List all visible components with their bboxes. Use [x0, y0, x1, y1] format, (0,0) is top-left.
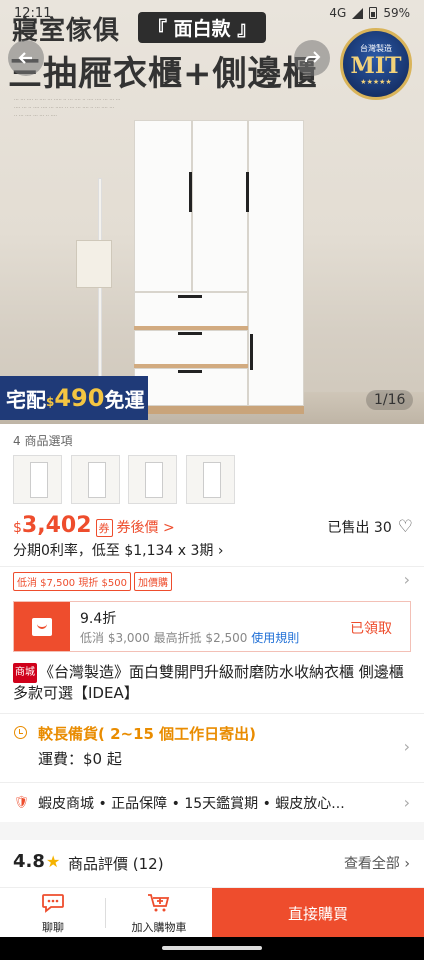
chevron-right-icon: › [403, 793, 410, 812]
buy-now-button[interactable]: 直接購買 [212, 888, 424, 938]
option-thumbnail[interactable] [71, 455, 120, 504]
star-icon: ★ [46, 852, 61, 871]
free-shipping-promo-banner: 宅配 $ 490 免運 [0, 376, 148, 420]
ad-fine-print-decoration: ··· ··· ···· ·· ···· ··· ····· ·· ··· ··… [14, 97, 121, 119]
signal-icon [352, 7, 364, 19]
discount-tag: 低消 $7,500 現折 $500 [13, 572, 131, 591]
heart-icon[interactable]: ♡ [398, 517, 413, 537]
promo-tags-row[interactable]: 低消 $7,500 現折 $500 加價購 › [0, 568, 424, 594]
chat-icon [42, 894, 64, 913]
price-row: $ 3,402 券 券後價 > 已售出 30 ♡ [13, 513, 413, 543]
tote-bag-decoration [76, 240, 112, 288]
shopping-bag-icon [32, 617, 52, 636]
options-count-label: 4 商品選項 [13, 434, 73, 448]
home-gesture-handle[interactable] [162, 946, 262, 950]
product-image-carousel[interactable]: 12:11 4G 59% 寢室傢俱 『 面白款 』 三抽屜衣櫃+側邊櫃 ··· … [0, 0, 424, 424]
after-coupon-price-link[interactable]: 券後價 > [117, 517, 175, 537]
chevron-right-icon: › [403, 570, 410, 589]
installment-info[interactable]: 分期0利率，低至 $1,134 x 3期 › [13, 540, 224, 560]
chat-label: 聊聊 [42, 921, 64, 934]
clock-icon [14, 726, 27, 739]
shipping-info[interactable]: 較長備貨( 2~15 個工作日寄出) 運費：$0 起 › [0, 715, 424, 781]
chevron-right-icon: › [403, 737, 410, 756]
voucher-shop-icon [14, 602, 70, 651]
arrow-left-icon [18, 52, 32, 64]
stars-icon: ★★★★★ [360, 77, 392, 86]
view-all-reviews-link[interactable]: 查看全部 › [344, 853, 410, 873]
image-page-indicator: 1/16 [366, 390, 414, 410]
mit-seal-logo: 台灣製造 MIT ★★★★★ [340, 28, 412, 100]
shipping-lead-time: 較長備貨( 2~15 個工作日寄出) [38, 725, 257, 743]
add-to-cart-button[interactable]: 加入購物車 [106, 888, 212, 938]
guarantee-text: 蝦皮商城 • 正品保障 • 15天鑑賞期 • 蝦皮放心... [38, 796, 345, 812]
rating-section[interactable]: 4.8 ★ 商品評價 (12) 查看全部 › [0, 843, 424, 883]
share-button[interactable] [294, 40, 330, 76]
product-title: 商城 《台灣製造》面白雙開門升級耐磨防水收納衣櫃 側邊櫃 多款可選【IDEA】 [13, 662, 413, 703]
system-navigation-bar [0, 937, 424, 960]
back-button[interactable] [8, 40, 44, 76]
voucher-claimed-status[interactable]: 已領取 [350, 618, 392, 638]
rating-label: 商品評價 (12) [68, 855, 164, 873]
status-bar: 12:11 4G 59% [0, 0, 424, 26]
shop-voucher-card[interactable]: 9.4折 低消 $3,000 最高折抵 $2,500 使用規則 已領取 [13, 601, 411, 652]
mall-badge: 商城 [13, 663, 37, 683]
status-time: 12:11 [14, 5, 52, 21]
add-to-cart-label: 加入購物車 [131, 921, 187, 934]
mall-guarantee-row[interactable]: 🛡 蝦皮商城 • 正品保障 • 15天鑑賞期 • 蝦皮放心... › [0, 785, 424, 821]
coupon-icon: 券 [95, 519, 113, 537]
sold-count: 已售出 30 ♡ [327, 517, 413, 537]
battery-level: 59% [383, 6, 410, 20]
shipping-fee: 運費：$0 起 [38, 750, 122, 768]
add-on-tag: 加價購 [134, 572, 172, 591]
bottom-action-bar: 聊聊 加入購物車 直接購買 [0, 887, 424, 938]
shield-icon: 🛡 [14, 795, 30, 809]
option-thumbnail[interactable] [186, 455, 235, 504]
add-to-cart-icon [148, 894, 170, 912]
network-label: 4G [329, 6, 347, 20]
voucher-rules-link[interactable]: 使用規則 [251, 631, 299, 645]
product-title-text: 《台灣製造》面白雙開門升級耐磨防水收納衣櫃 側邊櫃 多款可選【IDEA】 [13, 663, 404, 702]
option-thumbnail[interactable] [128, 455, 177, 504]
product-options: 4 商品選項 [0, 424, 424, 514]
status-system-icons: 4G 59% [329, 6, 410, 20]
price-amount: 3,402 [21, 513, 92, 538]
price-currency: $ [13, 520, 22, 536]
ad-headline-main: 三抽屜衣櫃+側邊櫃 [8, 54, 318, 94]
wardrobe-product-image [134, 120, 304, 414]
option-thumbnail[interactable] [13, 455, 62, 504]
chat-button[interactable]: 聊聊 [0, 888, 106, 938]
voucher-subtitle: 低消 $3,000 最高折抵 $2,500 使用規則 [80, 631, 300, 645]
rating-score: 4.8 [13, 851, 45, 872]
share-icon [305, 51, 321, 63]
battery-icon [369, 7, 378, 19]
voucher-title: 9.4折 [80, 611, 117, 627]
